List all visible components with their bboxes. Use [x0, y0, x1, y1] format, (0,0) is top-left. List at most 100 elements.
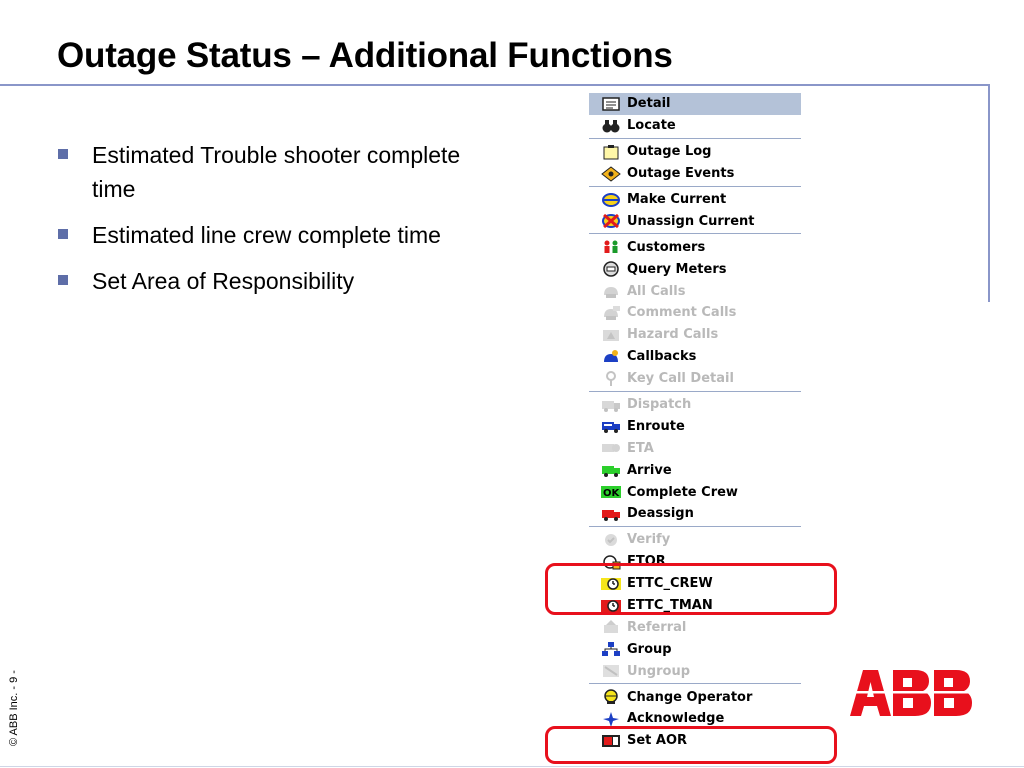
unassign-icon — [601, 213, 621, 229]
menu-item-label: Locate — [627, 118, 676, 134]
menu-separator — [589, 390, 801, 392]
highlight-ettc — [545, 563, 837, 615]
bullet-list: Estimated Trouble shooter complete time … — [58, 138, 498, 310]
phone-icon — [601, 283, 621, 299]
meter-icon — [601, 261, 621, 277]
menu-item-dispatch[interactable]: Dispatch — [589, 394, 801, 416]
key-icon — [601, 370, 621, 387]
customers-icon — [601, 239, 621, 255]
slide-title: Outage Status – Additional Functions — [57, 36, 673, 75]
bullet-square-icon — [58, 149, 68, 159]
menu-item-label: Referral — [627, 619, 687, 635]
menu-item-arrive[interactable]: Arrive — [589, 459, 801, 481]
menu-item-verify[interactable]: Verify — [589, 529, 801, 551]
referral-icon — [601, 619, 621, 635]
title-divider — [0, 84, 990, 86]
menu-item-label: Enroute — [627, 418, 685, 434]
acknowledge-icon — [601, 711, 621, 727]
log-icon — [601, 144, 621, 160]
bullet-text: Set Area of Responsibility — [92, 268, 355, 294]
detail-icon — [601, 96, 621, 112]
menu-item-change-operator[interactable]: Change Operator — [589, 686, 801, 708]
menu-item-eta[interactable]: ETA — [589, 437, 801, 459]
callback-icon — [601, 349, 621, 365]
menu-item-locate[interactable]: Locate — [589, 115, 801, 137]
svg-text:OK: OK — [603, 488, 621, 499]
menu-item-label: Change Operator — [627, 689, 753, 705]
menu-item-label: Make Current — [627, 192, 727, 207]
menu-item-comment-calls[interactable]: Comment Calls — [589, 302, 801, 324]
bullet-text: Estimated Trouble shooter complete time — [92, 142, 461, 202]
truck-green-icon — [601, 462, 621, 478]
truck-blue-icon — [601, 418, 621, 434]
verify-icon — [601, 532, 621, 548]
menu-item-deassign[interactable]: Deassign — [589, 503, 801, 525]
menu-item-label: Customers — [627, 239, 706, 255]
menu-item-group[interactable]: Group — [589, 638, 801, 660]
menu-item-label: Arrive — [627, 462, 672, 478]
menu-item-key-call-detail[interactable]: Key Call Detail — [589, 368, 801, 390]
menu-item-ungroup[interactable]: Ungroup — [589, 660, 801, 682]
bullet-text: Estimated line crew complete time — [92, 222, 441, 248]
menu-item-label: Dispatch — [627, 397, 692, 413]
menu-separator — [589, 185, 801, 187]
abb-logo — [850, 668, 973, 723]
ok-icon: OK — [601, 484, 621, 500]
menu-item-label: Acknowledge — [627, 711, 725, 727]
bullet-item: Estimated line crew complete time — [58, 218, 498, 252]
menu-item-label: Outage Log — [627, 144, 712, 160]
menu-item-label: Hazard Calls — [627, 327, 719, 343]
binoculars-icon — [601, 118, 621, 134]
menu-item-label: Verify — [627, 532, 671, 548]
right-divider — [988, 84, 990, 302]
menu-item-enroute[interactable]: Enroute — [589, 415, 801, 437]
menu-item-complete-crew[interactable]: OK Complete Crew — [589, 481, 801, 503]
events-icon — [601, 165, 621, 182]
bullet-item: Estimated Trouble shooter complete time — [58, 138, 498, 206]
menu-item-outage-log[interactable]: Outage Log — [589, 141, 801, 163]
menu-item-label: Key Call Detail — [627, 371, 734, 387]
menu-separator — [589, 525, 801, 527]
menu-item-label: Query Meters — [627, 261, 727, 277]
menu-separator — [589, 137, 801, 139]
menu-item-label: Ungroup — [627, 663, 691, 679]
menu-item-hazard-calls[interactable]: Hazard Calls — [589, 324, 801, 346]
menu-item-label: Detail — [627, 96, 671, 112]
menu-item-label: Deassign — [627, 506, 694, 522]
bullet-square-icon — [58, 229, 68, 239]
copyright-notice: © ABB Inc. - 9 - — [8, 670, 20, 746]
truck-clock-icon — [601, 440, 621, 456]
menu-item-make-current[interactable]: Make Current — [589, 189, 801, 211]
menu-separator — [589, 233, 801, 235]
highlight-set-aor — [545, 726, 837, 764]
menu-item-label: Group — [627, 641, 672, 657]
menu-item-label: Outage Events — [627, 166, 735, 182]
menu-item-label: Callbacks — [627, 349, 697, 365]
menu-item-label: Complete Crew — [627, 484, 738, 500]
menu-item-outage-events[interactable]: Outage Events — [589, 163, 801, 185]
menu-item-referral[interactable]: Referral — [589, 616, 801, 638]
menu-separator — [589, 683, 801, 685]
menu-item-label: All Calls — [627, 283, 686, 299]
bullet-square-icon — [58, 275, 68, 285]
operator-icon — [601, 689, 621, 705]
truck-red-icon — [601, 506, 621, 522]
menu-item-unassign-current[interactable]: Unassign Current — [589, 210, 801, 232]
menu-item-customers[interactable]: Customers — [589, 236, 801, 258]
ungroup-icon — [601, 663, 621, 679]
footer-divider — [0, 766, 1024, 767]
context-menu: Detail Locate Outage Log Outage Events Make … — [589, 93, 801, 768]
menu-item-detail[interactable]: Detail — [589, 93, 801, 115]
make-current-icon — [601, 192, 621, 208]
menu-item-label: Unassign Current — [627, 213, 755, 229]
menu-item-all-calls[interactable]: All Calls — [589, 280, 801, 302]
phone-hazard-icon — [601, 327, 621, 343]
menu-item-label: Comment Calls — [627, 305, 737, 321]
bullet-item: Set Area of Responsibility — [58, 264, 498, 298]
menu-item-label: ETA — [627, 440, 654, 456]
menu-item-query-meters[interactable]: Query Meters — [589, 258, 801, 280]
phone-comment-icon — [601, 305, 621, 321]
truck-icon — [601, 397, 621, 413]
group-icon — [601, 641, 621, 657]
menu-item-callbacks[interactable]: Callbacks — [589, 346, 801, 368]
